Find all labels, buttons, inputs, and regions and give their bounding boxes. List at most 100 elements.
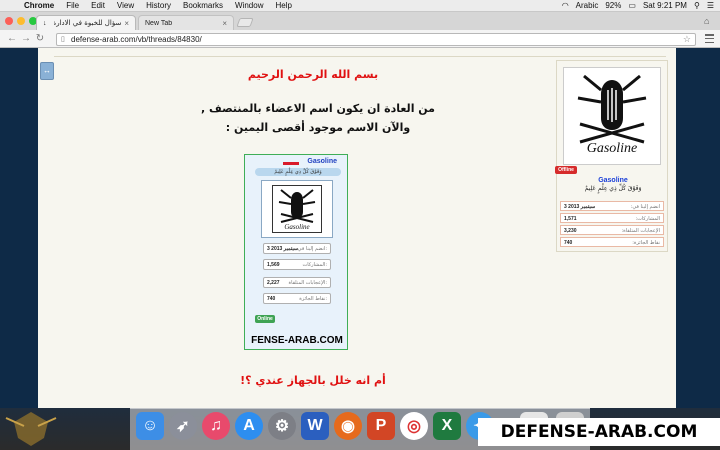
profile-motto: وَفَوْقَ كُلِّ ذِي عِلْمٍ عَلِيمٌ xyxy=(584,185,642,192)
profile-stat-value: 3 سبتمبر 2013 xyxy=(564,204,596,210)
embed-stat-label: انضم إلينا في: xyxy=(297,246,327,252)
profile-stat-row: 1,571 المشاركات: xyxy=(560,213,664,223)
embed-avatar-frame: Gasoline xyxy=(272,185,322,233)
embed-stat-row: 1,569 المشاركات: xyxy=(263,259,331,270)
embed-online-badge: Online xyxy=(255,315,275,323)
powerpoint-icon[interactable]: P xyxy=(367,412,395,440)
profile-stat-value: 740 xyxy=(564,240,573,246)
profile-icon[interactable]: ⌂ xyxy=(704,16,714,26)
firefox-icon[interactable]: ◉ xyxy=(334,412,362,440)
url-text: defense-arab.com/vb/threads/84830/ xyxy=(71,35,202,44)
embed-motto: وَفَوْقَ كُلِّ ذِي عِلْمٍ عَلِيمٌ xyxy=(255,168,341,176)
menu-window[interactable]: Window xyxy=(229,0,269,12)
clock[interactable]: Sat 9:21 PM xyxy=(643,0,687,12)
embed-username: Gasoline xyxy=(307,158,337,165)
profile-stat-row: 3,230 الإعجابات المتلقاة: xyxy=(560,225,664,235)
launchpad-icon[interactable]: ➶ xyxy=(169,412,197,440)
forward-icon[interactable]: → xyxy=(20,33,32,45)
spotlight-icon[interactable]: ⚲ xyxy=(694,0,700,12)
spider-logo-icon: Gasoline xyxy=(278,189,316,231)
battery-icon[interactable]: ▭ xyxy=(628,0,636,12)
user-profile-card: Gasoline Offline Gasoline وَفَوْقَ كُلِّ… xyxy=(555,60,669,252)
embed-stat-value: 740 xyxy=(267,296,276,302)
post-text-line-2: والآن الاسم موجود أقصى اليمين : xyxy=(225,121,411,134)
app-store-icon[interactable]: A xyxy=(235,412,263,440)
post-text-line-1: من العادة ان يكون اسم الاعضاء بالمنتصف , xyxy=(200,102,435,115)
wifi-icon[interactable]: ◠ xyxy=(562,0,569,12)
avatar-logo-text: Gasoline xyxy=(587,141,638,156)
menu-app-name[interactable]: Chrome xyxy=(18,0,60,12)
system-preferences-icon[interactable]: ⚙ xyxy=(268,412,296,440)
browser-tab-strip: ↓ سؤال للخبوة في الادارة عن تغيير × New … xyxy=(0,12,720,30)
browser-toolbar: ← → ↻ ▯ defense-arab.com/vb/threads/8483… xyxy=(0,30,720,48)
user-avatar[interactable]: Gasoline xyxy=(563,67,661,165)
profile-username[interactable]: Gasoline xyxy=(557,177,669,184)
tab-new[interactable]: New Tab × xyxy=(138,15,234,30)
page-info-icon[interactable]: ▯ xyxy=(61,34,65,45)
menu-edit[interactable]: Edit xyxy=(85,0,111,12)
back-icon[interactable]: ← xyxy=(6,33,18,45)
window-controls xyxy=(5,17,37,25)
bookmark-star-icon[interactable]: ☆ xyxy=(683,34,691,45)
mac-menu-bar: Chrome File Edit View History Bookmarks … xyxy=(0,0,720,12)
word-icon[interactable]: W xyxy=(301,412,329,440)
embed-stat-row: 3 سبتمبر 2013 انضم إلينا في: xyxy=(263,243,331,254)
menu-help[interactable]: Help xyxy=(269,0,297,12)
profile-stat-label: الإعجابات المتلقاة: xyxy=(621,228,660,234)
profile-stat-value: 3,230 xyxy=(564,228,577,234)
loading-icon: ↓ xyxy=(43,19,47,27)
close-window-icon[interactable] xyxy=(5,17,13,25)
profile-stat-value: 1,571 xyxy=(564,216,577,222)
close-tab-icon[interactable]: × xyxy=(222,19,227,28)
divider xyxy=(54,56,666,57)
embed-site-caption: FENSE-ARAB.COM xyxy=(251,335,343,346)
embed-avatar: Gasoline xyxy=(261,180,333,238)
profile-stat-label: المشاركات: xyxy=(635,216,661,222)
new-tab-button[interactable] xyxy=(236,18,254,27)
tab-title: سؤال للخبوة في الادارة عن تغيير xyxy=(54,19,122,27)
embed-stat-value: 2,227 xyxy=(267,280,280,286)
menu-status-area: ◠ Arabic 92% ▭ Sat 9:21 PM ⚲ ☰ xyxy=(562,0,714,12)
reload-icon[interactable]: ↻ xyxy=(34,33,46,45)
post-basmala: بسم الله الرحمن الرحيم xyxy=(247,68,379,81)
profile-stat-row: 3 سبتمبر 2013 انضم إلينا في: xyxy=(560,201,664,211)
page-tool-icon[interactable]: ↔ xyxy=(40,62,54,80)
embed-stat-row: 740 نقاط الجائزة: xyxy=(263,293,331,304)
notification-center-icon[interactable]: ☰ xyxy=(707,0,714,12)
menu-view[interactable]: View xyxy=(111,0,140,12)
embed-red-bar xyxy=(283,162,299,165)
tab-title: New Tab xyxy=(145,19,173,27)
menu-file[interactable]: File xyxy=(60,0,85,12)
chrome-menu-icon[interactable] xyxy=(705,34,714,43)
embed-stat-value: 1,569 xyxy=(267,262,280,268)
embed-header: Gasoline وَفَوْقَ كُلِّ ذِي عِلْمٍ عَلِي… xyxy=(253,158,341,176)
embed-stat-label: نقاط الجائزة: xyxy=(299,296,327,302)
minimize-window-icon[interactable] xyxy=(17,17,25,25)
menu-history[interactable]: History xyxy=(140,0,177,12)
finder-icon[interactable]: ☺ xyxy=(136,412,164,440)
menu-bookmarks[interactable]: Bookmarks xyxy=(177,0,229,12)
svg-text:Gasoline: Gasoline xyxy=(284,223,309,231)
embed-stat-value: 3 سبتمبر 2013 xyxy=(267,246,299,252)
spider-logo-icon: Gasoline xyxy=(577,74,647,156)
excel-icon[interactable]: X xyxy=(433,412,461,440)
attached-screenshot[interactable]: Gasoline وَفَوْقَ كُلِّ ذِي عِلْمٍ عَلِي… xyxy=(244,154,348,350)
forum-post-area: ↔ بسم الله الرحمن الرحيم من العادة ان يك… xyxy=(38,48,676,408)
close-tab-icon[interactable]: × xyxy=(124,19,129,28)
profile-stat-label: انضم إلينا في: xyxy=(630,204,660,210)
site-crest-icon xyxy=(5,412,57,446)
tab-thread[interactable]: ↓ سؤال للخبوة في الادارة عن تغيير × xyxy=(36,15,136,30)
post-question: أم انه خلل بالجهاز عندي ؟! xyxy=(240,374,386,387)
input-source-label[interactable]: Arabic xyxy=(576,0,599,12)
chrome-icon[interactable]: ◎ xyxy=(400,412,428,440)
embed-stat-row: 2,227 الإعجابات المتلقاة: xyxy=(263,277,331,288)
profile-stat-row: 740 نقاط الجائزة: xyxy=(560,237,664,247)
site-watermark: DEFENSE-ARAB.COM xyxy=(478,418,720,446)
embed-stat-label: الإعجابات المتلقاة: xyxy=(288,280,327,286)
address-bar[interactable]: ▯ defense-arab.com/vb/threads/84830/ ☆ xyxy=(56,33,696,46)
embed-stat-label: المشاركات: xyxy=(302,262,328,268)
offline-badge: Offline xyxy=(555,166,577,174)
itunes-icon[interactable]: ♫ xyxy=(202,412,230,440)
battery-percent[interactable]: 92% xyxy=(605,0,621,12)
profile-stat-label: نقاط الجائزة: xyxy=(632,240,660,246)
